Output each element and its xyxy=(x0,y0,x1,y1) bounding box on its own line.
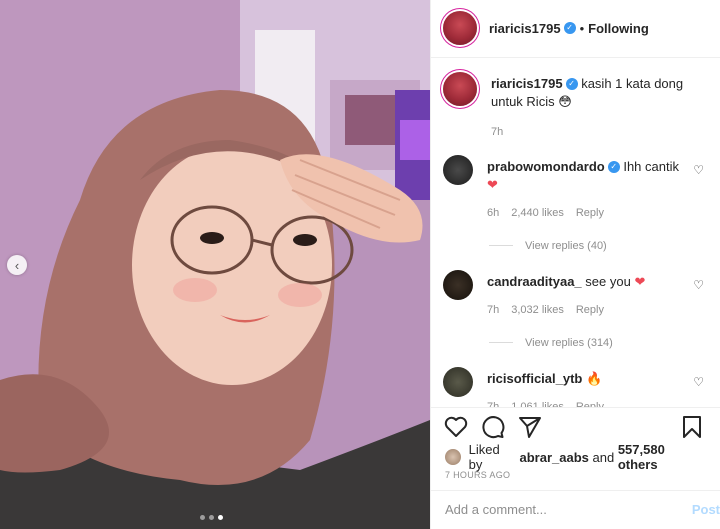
verified-badge-icon: ✓ xyxy=(607,161,620,174)
fire-icon: 🔥 xyxy=(586,370,603,386)
comment-likes[interactable]: 1,061 likes xyxy=(511,398,564,408)
paper-plane-icon[interactable] xyxy=(517,414,543,440)
commenter-avatar[interactable] xyxy=(443,269,473,300)
bookmark-icon[interactable] xyxy=(679,414,705,440)
commenter-avatar[interactable] xyxy=(443,154,473,185)
selfie-illustration xyxy=(0,0,430,529)
caption-avatar[interactable] xyxy=(443,71,477,106)
carousel-dot xyxy=(209,515,214,520)
view-replies-button[interactable]: View replies (314) xyxy=(489,337,704,349)
carousel-dot-active xyxy=(218,515,223,520)
post-header: riaricis1795 ✓ • Following xyxy=(431,0,720,58)
red-heart-icon: ❤ xyxy=(634,273,646,289)
caption-username[interactable]: riaricis1795 xyxy=(491,76,563,91)
following-button[interactable]: Following xyxy=(588,21,649,36)
post-timestamp[interactable]: 7 HOURS AGO xyxy=(431,468,720,490)
likes-summary: Liked by abrar_aabs and 557,580 others xyxy=(431,442,720,472)
author-avatar[interactable] xyxy=(443,11,477,46)
view-replies-label: View replies (314) xyxy=(525,336,613,349)
liker-username[interactable]: abrar_aabs xyxy=(519,450,588,465)
reply-button[interactable]: Reply xyxy=(576,398,604,408)
comment-likes[interactable]: 3,032 likes xyxy=(511,301,564,319)
divider xyxy=(489,342,513,344)
verified-badge-icon: ✓ xyxy=(565,78,578,91)
comment-like-heart-icon[interactable]: ♡ xyxy=(693,278,704,292)
commenter-avatar[interactable] xyxy=(443,366,473,397)
comment-input[interactable] xyxy=(445,502,665,518)
comment-item: candraadityaa_ see you ❤ 7h 3,032 likes … xyxy=(443,269,704,319)
liker-avatar[interactable] xyxy=(445,449,461,466)
comment-text: see you xyxy=(585,273,631,289)
comment-time[interactable]: 6h xyxy=(487,204,499,222)
caption-time[interactable]: 7h xyxy=(491,123,503,141)
comment-text: Ihh cantik xyxy=(623,158,679,174)
comments-list[interactable]: riaricis1795 ✓ kasih 1 kata dong untuk Ri… xyxy=(431,58,720,408)
heart-icon[interactable] xyxy=(443,414,469,440)
carousel-dot xyxy=(200,515,205,520)
caption-emoji: 😳 xyxy=(558,93,572,109)
chevron-left-icon: ‹ xyxy=(14,257,20,273)
carousel-prev-button[interactable]: ‹ xyxy=(7,255,27,275)
view-replies-button[interactable]: View replies (40) xyxy=(489,240,704,252)
carousel-dots xyxy=(200,515,223,520)
comment-item: prabowomondardo ✓ Ihh cantik ❤ 6h 2,440 l… xyxy=(443,154,704,222)
red-heart-icon: ❤ xyxy=(487,176,498,192)
caption: riaricis1795 ✓ kasih 1 kata dong untuk Ri… xyxy=(443,71,704,141)
post-actions xyxy=(431,407,720,446)
comment-time[interactable]: 7h xyxy=(487,301,499,319)
comment-like-heart-icon[interactable]: ♡ xyxy=(693,375,704,389)
verified-badge-icon: ✓ xyxy=(563,22,576,35)
comment-item: ricisofficial_ytb 🔥 7h 1,061 likes Reply… xyxy=(443,366,704,408)
comment-icon[interactable] xyxy=(480,414,506,440)
comment-username[interactable]: prabowomondardo xyxy=(487,159,605,174)
post-comment-button[interactable]: Post xyxy=(692,502,720,517)
author-username[interactable]: riaricis1795 xyxy=(489,21,561,36)
liked-by-and: and xyxy=(592,449,615,465)
reply-button[interactable]: Reply xyxy=(576,204,604,222)
comment-time[interactable]: 7h xyxy=(487,398,499,408)
comment-username[interactable]: ricisofficial_ytb xyxy=(487,371,582,386)
post-photo: ‹ xyxy=(0,0,430,529)
view-replies-label: View replies (40) xyxy=(525,239,607,252)
header-separator: • xyxy=(579,20,585,36)
reply-button[interactable]: Reply xyxy=(576,301,604,319)
comment-like-heart-icon[interactable]: ♡ xyxy=(693,163,704,177)
post-viewer: ‹ riaricis1795 ✓ • Following riaricis179… xyxy=(0,0,720,529)
comment-username[interactable]: candraadityaa_ xyxy=(487,274,582,289)
comment-likes[interactable]: 2,440 likes xyxy=(511,204,564,222)
add-comment-bar: Post xyxy=(431,489,720,529)
divider xyxy=(489,245,513,247)
post-sidebar: riaricis1795 ✓ • Following riaricis1795 ✓… xyxy=(430,0,720,529)
